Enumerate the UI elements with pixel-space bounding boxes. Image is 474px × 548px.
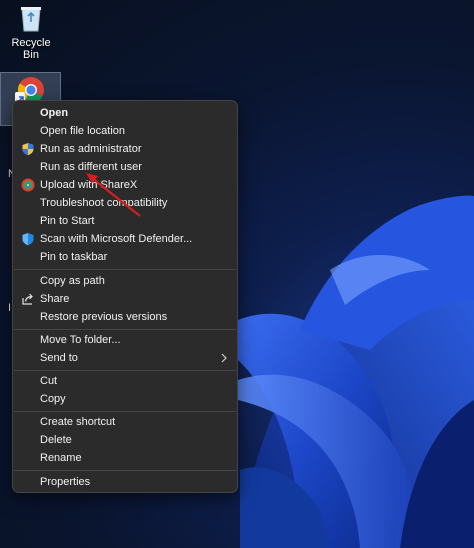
- menu-item-label: Delete: [40, 434, 72, 446]
- menu-item-label: Move To folder...: [40, 334, 121, 346]
- menu-item-run-as-different-user[interactable]: Run as different user: [13, 158, 237, 176]
- menu-item-label: Run as administrator: [40, 143, 142, 155]
- menu-separator: [14, 411, 236, 412]
- menu-separator: [14, 329, 236, 330]
- menu-item-scan-with-defender[interactable]: Scan with Microsoft Defender...: [13, 230, 237, 248]
- menu-item-label: Properties: [40, 476, 91, 488]
- menu-item-open-file-location[interactable]: Open file location: [13, 122, 237, 140]
- menu-separator: [14, 470, 236, 471]
- menu-item-cut[interactable]: Cut: [13, 372, 237, 390]
- menu-item-label: Troubleshoot compatibility: [40, 197, 168, 209]
- desktop: Recycle Bin N I Open Open file location: [0, 0, 474, 548]
- menu-item-pin-to-taskbar[interactable]: Pin to taskbar: [13, 248, 237, 266]
- menu-item-copy[interactable]: Copy: [13, 390, 237, 408]
- menu-item-label: Create shortcut: [40, 416, 116, 428]
- menu-item-label: Upload with ShareX: [40, 179, 138, 191]
- sharex-icon: [21, 178, 35, 192]
- recycle-bin-shortcut[interactable]: Recycle Bin: [2, 4, 60, 61]
- menu-item-share[interactable]: Share: [13, 290, 237, 308]
- defender-shield-icon: [22, 233, 34, 246]
- menu-item-move-to-folder[interactable]: Move To folder...: [13, 331, 237, 349]
- menu-item-copy-as-path[interactable]: Copy as path: [13, 272, 237, 290]
- menu-item-properties[interactable]: Properties: [13, 473, 237, 491]
- menu-separator: [14, 269, 236, 270]
- menu-item-delete[interactable]: Delete: [13, 431, 237, 449]
- menu-item-label: Pin to taskbar: [40, 251, 108, 263]
- menu-item-troubleshoot-compatibility[interactable]: Troubleshoot compatibility: [13, 194, 237, 212]
- menu-item-label: Restore previous versions: [40, 311, 168, 323]
- menu-item-label: Open: [40, 107, 69, 119]
- menu-item-label: Copy as path: [40, 275, 105, 287]
- menu-item-label: Scan with Microsoft Defender...: [40, 233, 193, 245]
- menu-item-label: Open file location: [40, 125, 125, 137]
- menu-item-label: Pin to Start: [40, 215, 95, 227]
- menu-item-send-to[interactable]: Send to: [13, 349, 237, 367]
- share-icon: [22, 293, 33, 305]
- menu-item-label: Share: [40, 293, 70, 305]
- menu-item-label: Run as different user: [40, 161, 142, 173]
- menu-separator: [14, 370, 236, 371]
- menu-item-pin-to-start[interactable]: Pin to Start: [13, 212, 237, 230]
- menu-item-upload-with-sharex[interactable]: Upload with ShareX: [13, 176, 237, 194]
- chevron-right-icon: [221, 353, 227, 363]
- recycle-bin-label: Recycle Bin: [11, 37, 51, 61]
- menu-item-run-as-administrator[interactable]: Run as administrator: [13, 140, 237, 158]
- menu-item-restore-previous-versions[interactable]: Restore previous versions: [13, 308, 237, 326]
- menu-item-label: Rename: [40, 452, 82, 464]
- menu-item-label: Send to: [40, 352, 78, 364]
- menu-item-label: Cut: [40, 375, 58, 387]
- menu-item-create-shortcut[interactable]: Create shortcut: [13, 413, 237, 431]
- recycle-bin-icon: [21, 7, 41, 32]
- menu-item-rename[interactable]: Rename: [13, 449, 237, 467]
- desktop-label-fragment: I: [8, 302, 12, 314]
- menu-item-label: Copy: [40, 393, 66, 405]
- context-menu: Open Open file location Run as administr…: [12, 100, 238, 493]
- menu-item-open[interactable]: Open: [13, 104, 237, 122]
- uac-shield-icon: [22, 143, 34, 156]
